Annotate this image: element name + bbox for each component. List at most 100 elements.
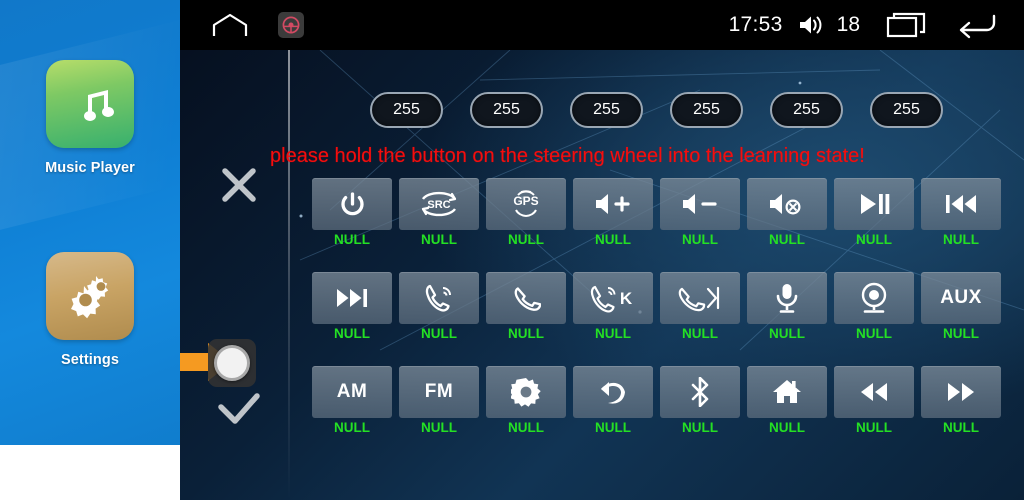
key-cell-gps: GPS NULL xyxy=(486,178,566,247)
previous-track-icon xyxy=(943,191,979,217)
key-button-volume-up[interactable] xyxy=(573,178,653,230)
key-label: NULL xyxy=(508,326,544,341)
home-outline-icon[interactable] xyxy=(210,12,250,38)
badge-value-1[interactable]: 255 xyxy=(370,92,443,128)
app-label-music-player: Music Player xyxy=(45,160,135,176)
key-button-play-pause[interactable] xyxy=(834,178,914,230)
key-cell-aux: AUX NULL xyxy=(921,272,1001,341)
key-label: NULL xyxy=(856,326,892,341)
cancel-button[interactable] xyxy=(204,155,274,215)
badge-value-2[interactable]: 255 xyxy=(470,92,543,128)
recents-icon[interactable] xyxy=(886,11,928,39)
phone-answer-k-icon: K xyxy=(590,283,636,313)
volume-up-icon xyxy=(594,191,632,217)
key-button-phone-answer[interactable] xyxy=(399,272,479,324)
key-button-home[interactable] xyxy=(747,366,827,418)
confirm-button[interactable] xyxy=(204,380,274,440)
key-cell-camera: NULL xyxy=(834,272,914,341)
rewind-icon xyxy=(857,379,891,405)
key-label: NULL xyxy=(334,326,370,341)
key-cell-am: AM NULL xyxy=(312,366,392,435)
key-button-am[interactable]: AM xyxy=(312,366,392,418)
speaker-icon[interactable] xyxy=(797,13,827,37)
key-button-mute[interactable] xyxy=(747,178,827,230)
gears-icon[interactable] xyxy=(46,252,134,340)
key-label: NULL xyxy=(595,420,631,435)
app-music-player[interactable]: Music Player xyxy=(0,60,180,176)
key-button-bluetooth[interactable] xyxy=(660,366,740,418)
home-icon xyxy=(772,378,802,406)
key-cell-fm: FM NULL xyxy=(399,366,479,435)
key-button-phone-answer-k[interactable]: K xyxy=(573,272,653,324)
key-label: NULL xyxy=(943,232,979,247)
steering-wheel-icon[interactable] xyxy=(278,12,304,38)
key-label: NULL xyxy=(508,232,544,247)
back-arrow-icon[interactable] xyxy=(954,11,998,39)
music-note-icon[interactable] xyxy=(46,60,134,148)
key-cell-mute: NULL xyxy=(747,178,827,247)
key-button-phone-hangup[interactable] xyxy=(486,272,566,324)
key-label: NULL xyxy=(421,420,457,435)
key-cell-home: NULL xyxy=(747,366,827,435)
status-volume-level: 18 xyxy=(836,13,860,36)
key-row-1: NULL SRC NULL GPS NULL NULL NULL NULL NU… xyxy=(312,178,1001,247)
key-button-aux[interactable]: AUX xyxy=(921,272,1001,324)
key-label: NULL xyxy=(769,420,805,435)
camera-icon xyxy=(859,282,889,314)
key-button-settings[interactable] xyxy=(486,366,566,418)
key-cell-volume-up: NULL xyxy=(573,178,653,247)
key-button-previous[interactable] xyxy=(921,178,1001,230)
key-button-microphone[interactable] xyxy=(747,272,827,324)
volume-mute-icon xyxy=(768,190,806,218)
key-button-gps[interactable]: GPS xyxy=(486,178,566,230)
phone-hangup-icon xyxy=(511,283,541,313)
key-button-next[interactable] xyxy=(312,272,392,324)
check-icon xyxy=(216,390,262,430)
key-button-phone-hangup-arrow[interactable] xyxy=(660,272,740,324)
key-cell-next: NULL xyxy=(312,272,392,341)
key-label: NULL xyxy=(334,232,370,247)
phone-answer-icon xyxy=(423,283,455,313)
key-cell-microphone: NULL xyxy=(747,272,827,341)
key-button-camera[interactable] xyxy=(834,272,914,324)
key-button-rewind[interactable] xyxy=(834,366,914,418)
key-cell-rewind: NULL xyxy=(834,366,914,435)
key-cell-play-pause: NULL xyxy=(834,178,914,247)
key-label: NULL xyxy=(769,326,805,341)
key-label: NULL xyxy=(682,420,718,435)
badge-value-3[interactable]: 255 xyxy=(570,92,643,128)
key-cell-phone-answer: NULL xyxy=(399,272,479,341)
badge-value-5[interactable]: 255 xyxy=(770,92,843,128)
volume-down-icon xyxy=(681,191,719,217)
key-row-3: AM NULL FM NULL NULL NULL NULL NULL NULL… xyxy=(312,366,1001,435)
key-cell-phone-hangup-arrow: NULL xyxy=(660,272,740,341)
key-button-src[interactable]: SRC xyxy=(399,178,479,230)
key-button-back[interactable] xyxy=(573,366,653,418)
app-settings[interactable]: Settings xyxy=(0,252,180,368)
src-icon: SRC xyxy=(419,190,459,218)
badge-value-4[interactable]: 255 xyxy=(670,92,743,128)
key-cell-power: NULL xyxy=(312,178,392,247)
touch-cursor-icon[interactable] xyxy=(214,345,250,381)
key-label: NULL xyxy=(856,420,892,435)
svg-text:GPS: GPS xyxy=(513,194,538,208)
fm-icon: FM xyxy=(424,381,454,402)
key-cell-src: SRC NULL xyxy=(399,178,479,247)
key-label: NULL xyxy=(682,326,718,341)
gear-icon xyxy=(511,377,541,407)
key-cell-settings: NULL xyxy=(486,366,566,435)
key-button-power[interactable] xyxy=(312,178,392,230)
key-cell-volume-down: NULL xyxy=(660,178,740,247)
close-x-icon xyxy=(217,163,261,207)
phone-hangup-arrow-icon xyxy=(678,283,722,313)
gps-icon: GPS xyxy=(509,189,543,219)
key-label: NULL xyxy=(508,420,544,435)
power-icon xyxy=(339,191,366,218)
device-screen: 17:53 18 255 255 255 255 255 255 please … xyxy=(180,0,1024,500)
badge-value-6[interactable]: 255 xyxy=(870,92,943,128)
key-button-volume-down[interactable] xyxy=(660,178,740,230)
key-button-fast-forward[interactable] xyxy=(921,366,1001,418)
key-label: NULL xyxy=(856,232,892,247)
next-track-icon xyxy=(334,285,370,311)
key-button-fm[interactable]: FM xyxy=(399,366,479,418)
